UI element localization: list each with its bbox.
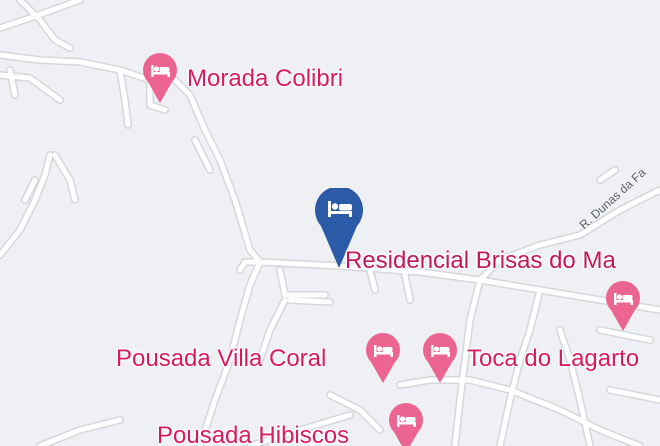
hotel-pin-toca-do-lagarto[interactable] <box>421 332 459 389</box>
hotel-bed-icon <box>143 52 177 103</box>
map-canvas[interactable]: R. Dunas da Fa Morada Colibri Residencia… <box>0 0 660 446</box>
hotel-pin-morada-colibri[interactable] <box>141 52 179 109</box>
hotel-bed-icon <box>423 332 457 383</box>
place-label-villa-coral[interactable]: Pousada Villa Coral <box>116 345 326 373</box>
place-label-toca-do-lagarto[interactable]: Toca do Lagarto <box>467 345 639 373</box>
place-label-morada-colibri[interactable]: Morada Colibri <box>187 65 343 93</box>
hotel-pin-pousada-hibiscos[interactable] <box>387 402 425 446</box>
place-label-residencial-brisas[interactable]: Residencial Brisas do Ma <box>345 247 616 275</box>
hotel-bed-icon <box>389 402 423 446</box>
road-segment <box>192 137 213 173</box>
hotel-pin-unlabeled[interactable] <box>604 280 642 337</box>
road-segment <box>172 77 263 265</box>
place-label-pousada-hibiscos[interactable]: Pousada Hibiscos <box>157 422 349 446</box>
road-segment <box>396 376 644 446</box>
road-segment <box>0 151 54 259</box>
hotel-bed-icon <box>366 332 400 383</box>
road-segment <box>287 297 333 305</box>
hotel-bed-icon <box>606 280 640 331</box>
hotel-pin-villa-coral[interactable] <box>364 332 402 389</box>
